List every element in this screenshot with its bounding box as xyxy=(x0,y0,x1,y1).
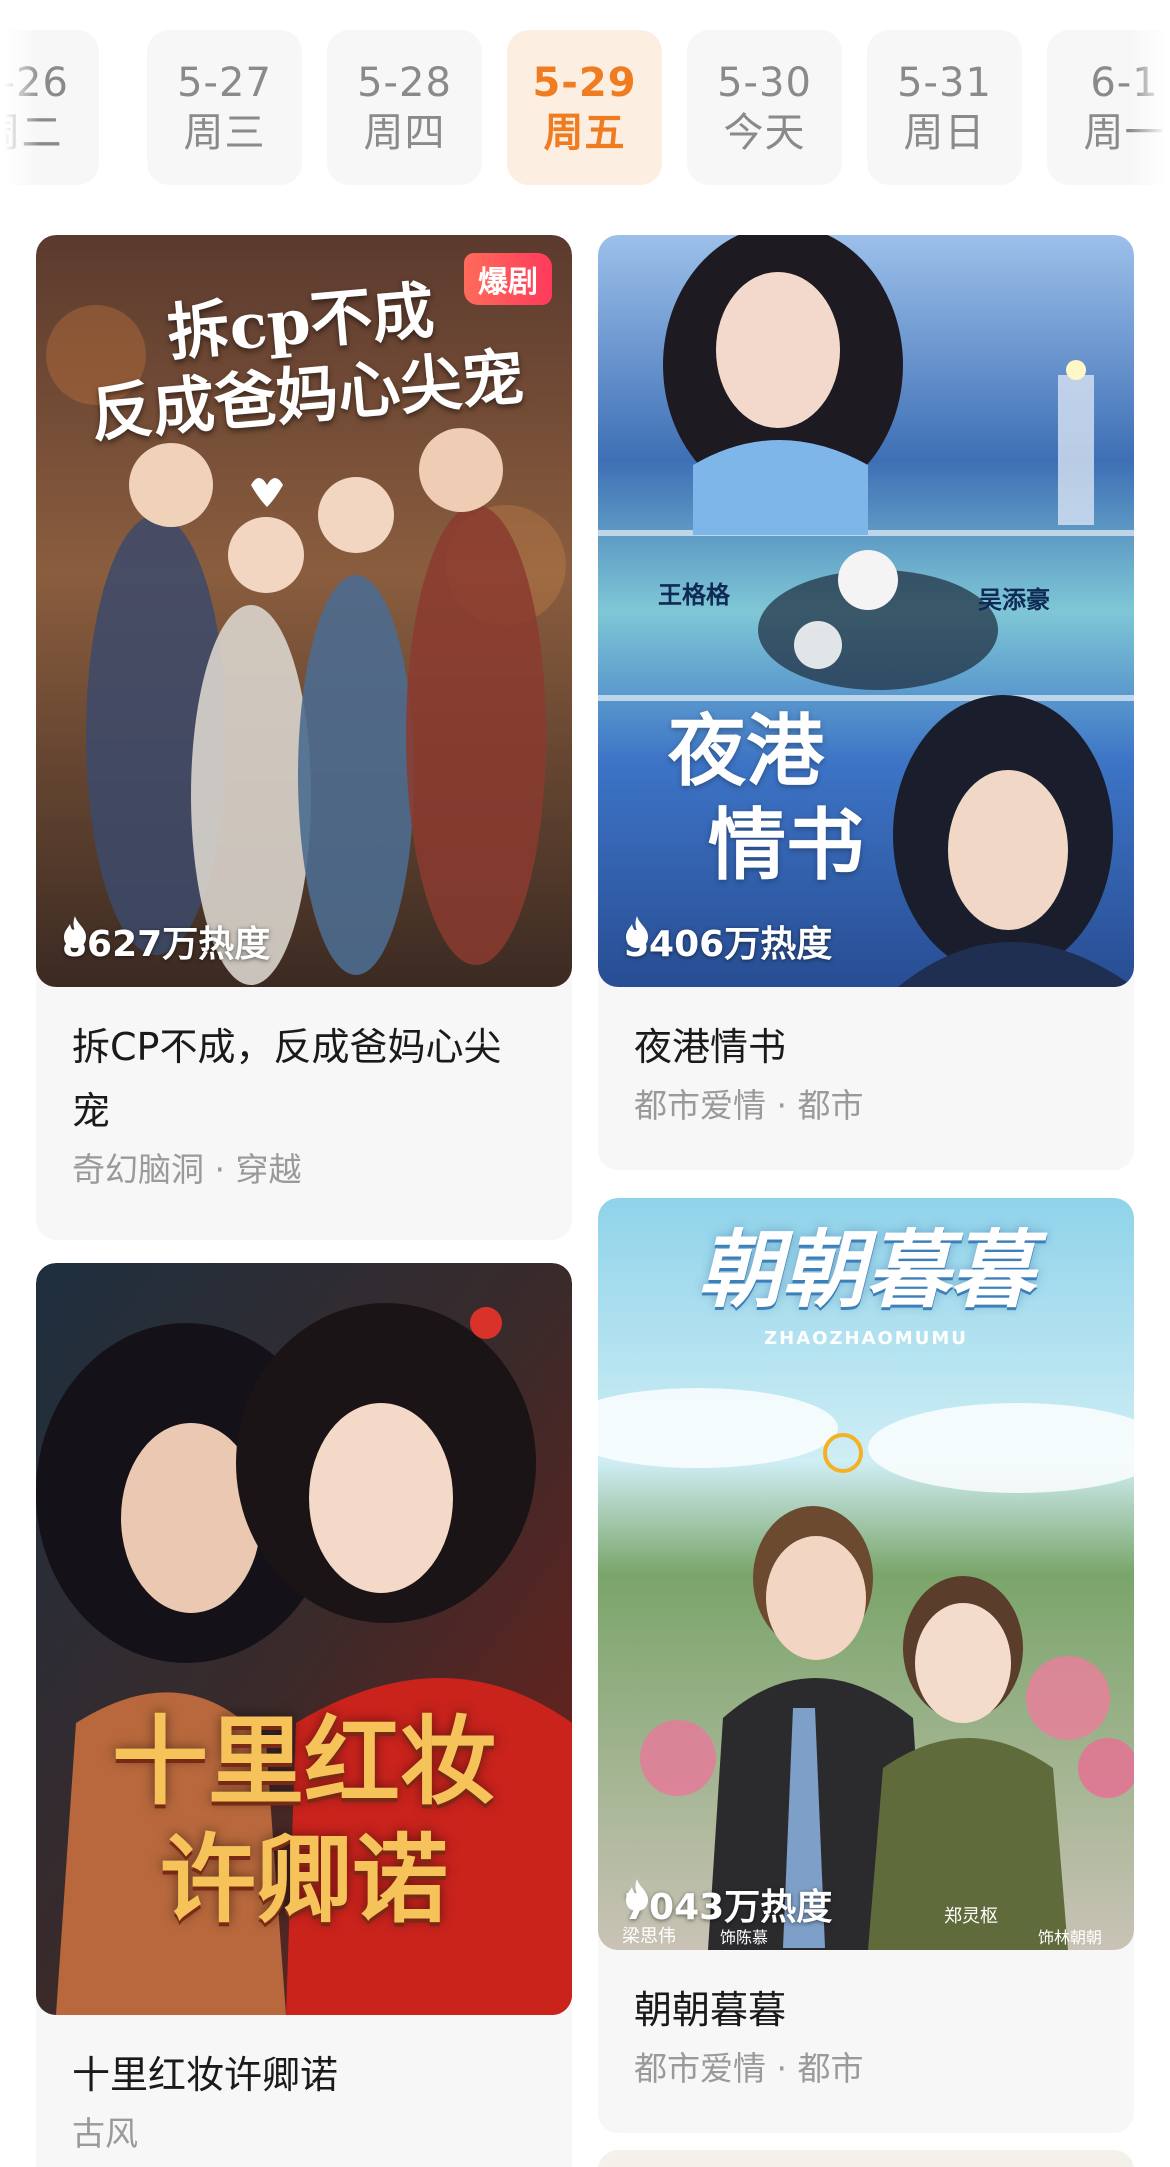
heat-indicator: 8627万热度 xyxy=(62,915,270,967)
drama-poster[interactable]: 夜港 情书 王格格 吴添豪 5406万热度 xyxy=(598,235,1134,987)
drama-tags: 都市爱情 · 都市 xyxy=(634,2049,864,2088)
date-tab-5-30[interactable]: 5-30 今天 xyxy=(687,30,842,185)
drama-tags: 都市爱情 · 都市 xyxy=(634,1086,864,1125)
date-tab-date: 5-31 xyxy=(897,59,992,106)
drama-card[interactable]: 十里红妆 许卿诺 十里红妆许卿诺 古风 xyxy=(36,1263,572,2167)
date-tab-5-28[interactable]: 5-28 周四 xyxy=(327,30,482,185)
drama-title: 十里红妆许卿诺 xyxy=(72,2053,339,2097)
date-selector: 5-26 周二 5-27 周三 5-28 周四 5-29 周五 5-30 今天 … xyxy=(0,0,1170,200)
strip-fade-left xyxy=(0,0,40,200)
heat-indicator: 5406万热度 xyxy=(624,915,832,967)
drama-poster[interactable]: 十里红妆 许卿诺 xyxy=(36,1263,572,2015)
date-tab-day: 周三 xyxy=(183,109,266,156)
heat-value: 8627万热度 xyxy=(62,924,271,965)
date-tab-date: 5-30 xyxy=(717,59,812,106)
date-tab-5-27[interactable]: 5-27 周三 xyxy=(147,30,302,185)
hot-badge: 爆剧 xyxy=(464,253,552,305)
date-tab-5-31[interactable]: 5-31 周日 xyxy=(867,30,1022,185)
date-tab-date: 5-28 xyxy=(357,59,452,106)
poster-cast-name: 郑灵枢 xyxy=(944,1906,998,1927)
drama-poster[interactable]: 朝朝暮暮 ZHAOZHAOMUMU 梁思伟 饰陈慕 郑灵枢 饰林朝朝 7043万… xyxy=(598,1198,1134,1950)
date-tab-day: 周日 xyxy=(903,109,986,156)
drama-card[interactable]: 夜港 情书 王格格 吴添豪 5406万热度 夜港情书 都市爱情 · 都市 xyxy=(598,235,1134,1170)
drama-title: 朝朝暮暮 xyxy=(634,1988,787,2032)
strip-fade-right xyxy=(1130,0,1170,200)
date-tab-date: 5-27 xyxy=(177,59,272,106)
flame-icon xyxy=(626,916,648,948)
drama-title: 夜港情书 xyxy=(634,1025,787,1069)
flame-icon xyxy=(64,916,86,948)
drama-poster[interactable]: 拆cp不成 反成爸妈心尖宠 爆剧 8627万热度 xyxy=(36,235,572,987)
flame-icon xyxy=(626,1879,648,1911)
date-tab-day: 今天 xyxy=(723,109,806,156)
drama-tags: 古风 xyxy=(72,2114,138,2153)
heat-value: 7043万热度 xyxy=(624,1887,833,1928)
date-tab-day: 周四 xyxy=(363,109,446,156)
date-tab-day: 周五 xyxy=(543,109,626,156)
date-tab-date: 5-29 xyxy=(532,59,637,106)
poster-cast-name: 王格格 xyxy=(658,580,730,609)
drama-tags: 奇幻脑洞 · 穿越 xyxy=(72,1150,302,1189)
poster-title-line: 十里红妆 xyxy=(112,1705,496,1818)
next-card-peek xyxy=(598,2150,1134,2167)
poster-cast-role: 饰林朝朝 xyxy=(1038,1928,1103,1947)
drama-card[interactable]: 拆cp不成 反成爸妈心尖宠 爆剧 8627万热度 拆CP不成，反成爸妈心尖宠 奇… xyxy=(36,235,572,1240)
drama-card[interactable]: 朝朝暮暮 ZHAOZHAOMUMU 梁思伟 饰陈慕 郑灵枢 饰林朝朝 7043万… xyxy=(598,1198,1134,2133)
poster-title-line: 朝朝暮暮 xyxy=(697,1220,1034,1319)
heat-indicator: 7043万热度 xyxy=(624,1878,832,1930)
heat-value: 5406万热度 xyxy=(624,924,833,965)
poster-title-line: 夜港 xyxy=(667,706,824,797)
drama-title: 拆CP不成，反成爸妈心尖宠 xyxy=(72,1025,502,1133)
poster-title-line: 情书 xyxy=(707,800,864,891)
poster-subtitle: ZHAOZHAOMUMU xyxy=(764,1328,968,1349)
poster-cast-name: 吴添豪 xyxy=(978,585,1050,614)
poster-title-line: 许卿诺 xyxy=(160,1823,448,1936)
date-tab-5-29[interactable]: 5-29 周五 xyxy=(507,30,662,185)
